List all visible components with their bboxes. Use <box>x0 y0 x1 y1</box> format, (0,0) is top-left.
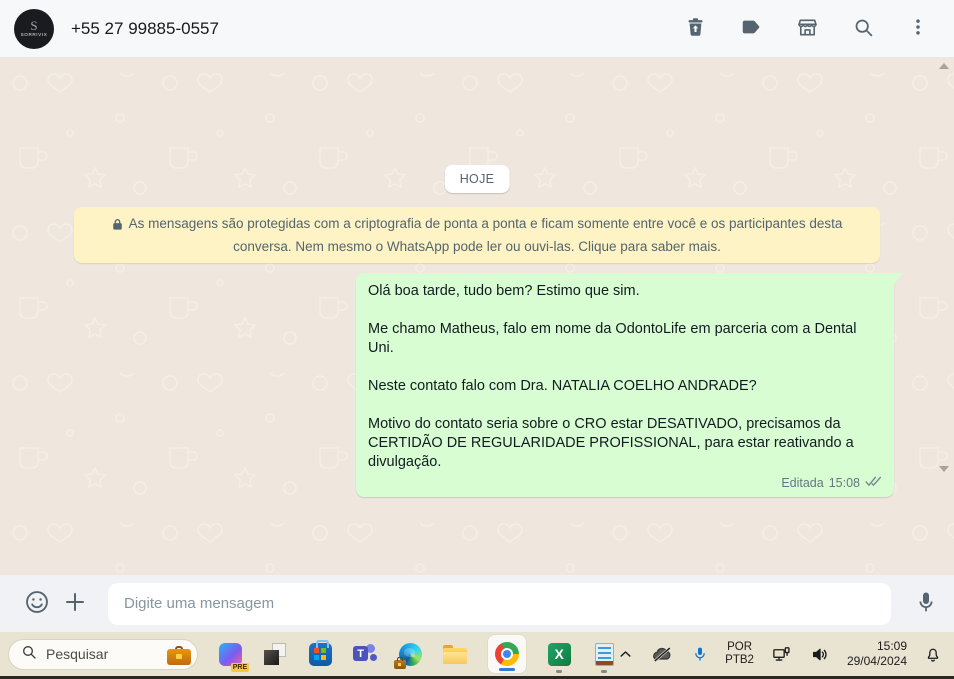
taskbar-search-label: Pesquisar <box>46 646 109 662</box>
contact-name[interactable]: +55 27 99885-0557 <box>71 19 219 39</box>
language-indicator[interactable]: POR PTB2 <box>725 641 754 667</box>
taskbar-file-explorer-icon[interactable] <box>443 642 468 666</box>
double-check-icon <box>865 476 882 490</box>
plus-icon <box>63 590 87 617</box>
taskbar-notepad-icon[interactable] <box>592 642 616 673</box>
taskbar-search[interactable]: Pesquisar <box>8 638 199 670</box>
system-tray: POR PTB2 15:09 29/04/2024 <box>616 639 944 669</box>
tray-time: 15:09 <box>876 639 907 653</box>
header-actions <box>683 14 930 44</box>
tray-chevron-up-icon[interactable] <box>616 645 635 664</box>
date-badge: HOJE <box>444 165 510 193</box>
outgoing-message-row: Olá boa tarde, tudo bem? Estimo que sim.… <box>356 273 903 497</box>
taskbar-store-icon[interactable] <box>308 639 332 666</box>
tray-notification-bell-icon[interactable] <box>922 643 944 666</box>
taskbar-edge-icon[interactable] <box>394 642 422 669</box>
excel-running-indicator <box>556 670 563 673</box>
notepad-running-indicator <box>601 670 608 673</box>
microphone-icon <box>914 590 938 617</box>
scrollbar-up-arrow[interactable] <box>939 63 949 69</box>
encryption-notice-text: As mensagens são protegidas com a cripto… <box>128 216 843 254</box>
taskbar-chrome-icon[interactable] <box>488 635 527 673</box>
kebab-menu-icon <box>908 17 928 40</box>
message-composer <box>0 575 954 632</box>
label-icon <box>740 16 762 41</box>
avatar-brand-text: SORRIVIX <box>20 32 48 37</box>
message-paragraph: Motivo do contato seria sobre o CRO esta… <box>368 416 854 470</box>
tray-network-icon[interactable] <box>769 643 793 666</box>
language-line2: PTB2 <box>725 654 754 666</box>
label-button[interactable] <box>738 14 764 43</box>
search-button[interactable] <box>851 15 876 43</box>
edge-work-profile-badge <box>394 657 407 669</box>
encryption-notice[interactable]: As mensagens são protegidas com a cripto… <box>74 207 880 263</box>
taskbar-copilot-icon[interactable]: PRE <box>218 642 250 672</box>
taskbar-taskview-icon[interactable] <box>263 642 287 666</box>
scrollbar-down-arrow[interactable] <box>939 466 949 472</box>
tray-microphone-active-icon[interactable] <box>690 643 710 665</box>
tray-clock[interactable]: 15:09 29/04/2024 <box>847 639 907 669</box>
outgoing-message-bubble[interactable]: Olá boa tarde, tudo bem? Estimo que sim.… <box>356 273 903 497</box>
voice-record-button[interactable] <box>912 588 940 619</box>
taskbar-teams-icon[interactable]: T <box>353 642 378 666</box>
message-paragraph: Olá boa tarde, tudo bem? Estimo que sim. <box>368 283 640 299</box>
edited-label: Editada <box>781 476 824 490</box>
tray-date: 29/04/2024 <box>846 654 907 668</box>
search-icon <box>853 17 874 41</box>
attach-button[interactable] <box>61 588 89 619</box>
language-line1: POR <box>727 641 753 653</box>
message-paragraph: Me chamo Matheus, falo em nome da Odonto… <box>368 321 857 356</box>
message-meta: Editada 15:08 <box>368 476 882 490</box>
message-time: 15:08 <box>828 476 860 490</box>
taskbar-excel-icon[interactable]: X <box>547 642 571 673</box>
storefront-button[interactable] <box>794 14 821 44</box>
contact-avatar[interactable]: S SORRIVIX <box>14 8 54 49</box>
windows-taskbar: Pesquisar PRE T X POR PTB2 15:09 29/04/2… <box>0 632 954 676</box>
message-input[interactable] <box>108 582 891 625</box>
menu-button[interactable] <box>906 15 930 42</box>
tray-onedrive-offline-icon[interactable] <box>650 644 675 665</box>
message-paragraph: Neste contato falo com Dra. NATALIA COEL… <box>368 378 757 394</box>
message-list: HOJE As mensagens são protegidas com a c… <box>0 58 954 575</box>
tray-volume-icon[interactable] <box>808 643 832 666</box>
storefront-icon <box>796 16 819 42</box>
copilot-pre-badge: PRE <box>230 663 250 672</box>
chat-header: S SORRIVIX +55 27 99885-0557 <box>0 0 954 58</box>
taskbar-search-icon <box>21 644 37 665</box>
taskbar-app-icons: PRE T X <box>218 635 616 673</box>
emoji-icon <box>24 589 50 618</box>
emoji-button[interactable] <box>22 587 52 620</box>
search-highlight-briefcase-icon[interactable] <box>164 643 194 666</box>
chrome-active-indicator <box>499 668 516 671</box>
trash-button[interactable] <box>683 14 708 43</box>
avatar-letter: S <box>30 18 38 33</box>
trash-icon <box>685 16 706 41</box>
whatsapp-window: S SORRIVIX +55 27 99885-0557 HOJE As men… <box>0 0 954 679</box>
lock-icon <box>112 215 123 236</box>
chat-area: HOJE As mensagens são protegidas com a c… <box>0 58 954 575</box>
